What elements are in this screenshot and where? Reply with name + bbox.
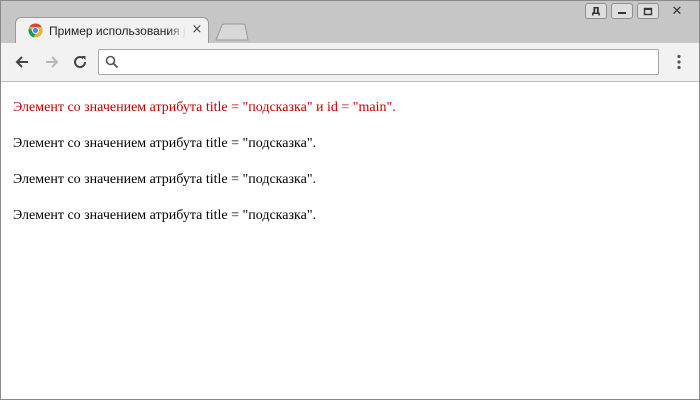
tab-close-icon[interactable]: × <box>190 23 204 37</box>
tab-strip: Пример использования jQuery × Д ✕ <box>1 1 699 43</box>
window-controls: Д ✕ <box>585 3 691 21</box>
close-window-button[interactable]: ✕ <box>663 3 691 19</box>
browser-window: Пример использования jQuery × Д ✕ <box>0 0 700 400</box>
chrome-page-icon <box>28 23 43 38</box>
minimize-button[interactable] <box>611 3 633 19</box>
paragraph: Элемент со значением атрибута title = "п… <box>13 136 317 151</box>
paragraph: Элемент со значением атрибута title = "п… <box>13 172 317 187</box>
address-input[interactable] <box>125 52 650 72</box>
reload-button[interactable] <box>69 52 91 72</box>
paragraph-main: Элемент со значением атрибута title = "п… <box>13 100 396 115</box>
back-button[interactable] <box>11 52 33 72</box>
profile-button[interactable]: Д <box>585 3 607 19</box>
menu-icon[interactable] <box>669 52 689 72</box>
toolbar <box>1 43 699 82</box>
page-viewport: Элемент со значением атрибута title = "п… <box>1 82 699 399</box>
search-icon <box>105 55 119 69</box>
back-arrow-icon <box>15 56 28 68</box>
forward-button[interactable] <box>41 52 63 72</box>
restore-button[interactable] <box>637 3 659 19</box>
forward-arrow-icon <box>46 56 59 68</box>
tab-title: Пример использования jQuery <box>49 24 186 40</box>
address-bar[interactable] <box>98 49 659 75</box>
paragraph: Элемент со значением атрибута title = "п… <box>13 208 317 223</box>
reload-icon <box>74 56 87 69</box>
tab-active[interactable]: Пример использования jQuery × <box>15 17 209 43</box>
new-tab-button[interactable] <box>215 23 249 41</box>
page-content: Элемент со значением атрибута title = "п… <box>1 82 699 225</box>
minimize-icon <box>618 12 626 14</box>
restore-icon <box>643 7 653 15</box>
